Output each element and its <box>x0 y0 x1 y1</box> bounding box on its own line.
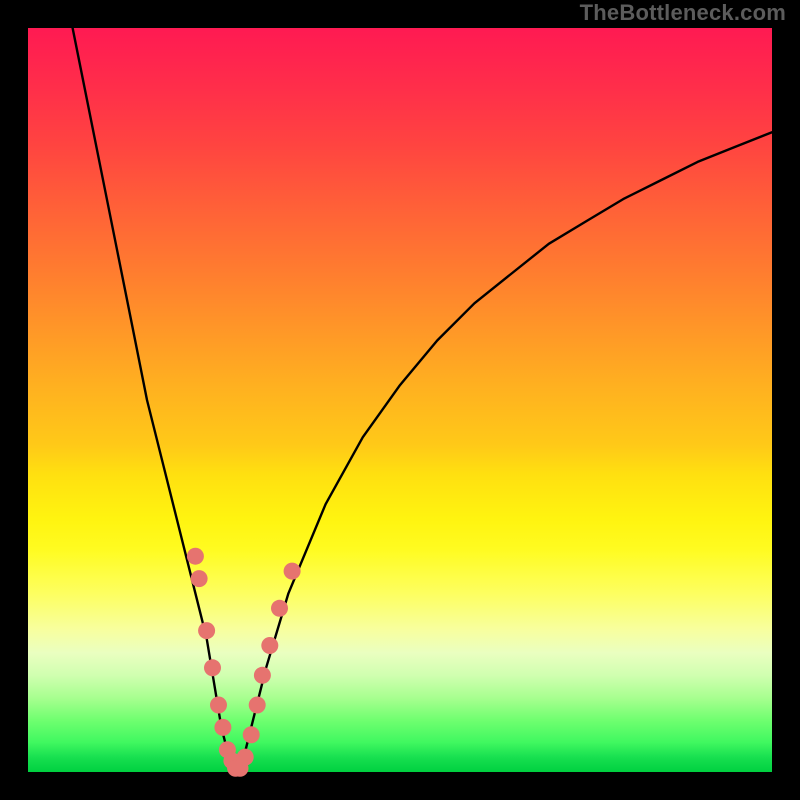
curve-marker <box>271 600 288 617</box>
curve-marker <box>214 719 231 736</box>
curve-marker <box>210 697 227 714</box>
curve-marker <box>204 659 221 676</box>
curve-marker <box>237 749 254 766</box>
bottleneck-curve <box>73 28 772 772</box>
curve-marker <box>243 726 260 743</box>
curve-marker <box>254 667 271 684</box>
curve-marker <box>191 570 208 587</box>
chart-svg <box>28 28 772 772</box>
watermark-text: TheBottleneck.com <box>580 0 786 26</box>
curve-marker <box>261 637 278 654</box>
curve-marker <box>249 697 266 714</box>
chart-frame: TheBottleneck.com <box>0 0 800 800</box>
curve-marker <box>198 622 215 639</box>
curve-marker <box>284 563 301 580</box>
curve-markers <box>187 548 301 777</box>
curve-marker <box>187 548 204 565</box>
